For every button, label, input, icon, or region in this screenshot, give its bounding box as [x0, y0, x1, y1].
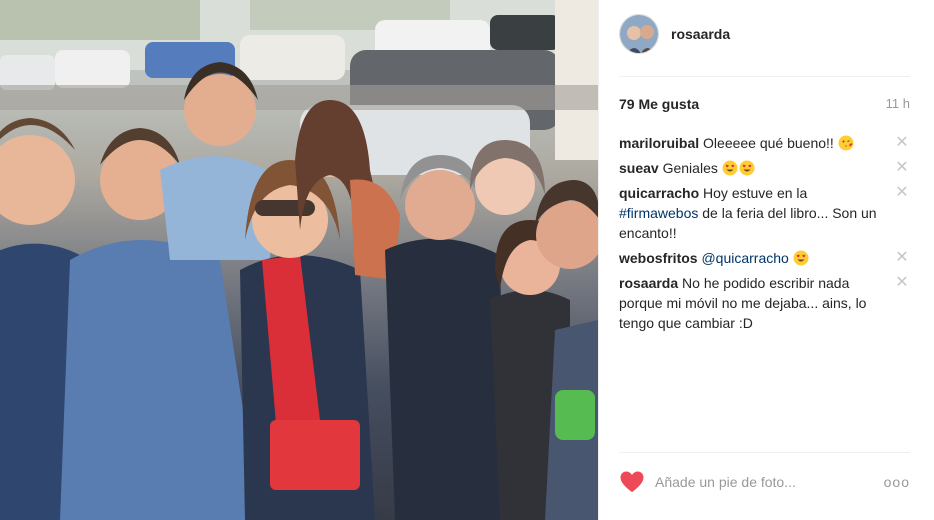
comment-emoji — [792, 250, 809, 266]
avatar[interactable] — [619, 14, 659, 54]
heart-eyes-emoji-icon — [793, 250, 809, 266]
comment-username[interactable]: quicarracho — [619, 185, 699, 201]
footer-divider — [619, 452, 910, 453]
comment-text: Geniales — [662, 160, 718, 176]
comment-username[interactable]: rosaarda — [619, 275, 678, 291]
post-side-panel: rosaarda 79 Me gusta 11 h mariloruibal O… — [598, 0, 934, 520]
post-time[interactable]: 11 h — [886, 96, 910, 112]
heart-icon[interactable] — [619, 470, 645, 494]
post-username[interactable]: rosaarda — [671, 26, 730, 42]
comment-text: Hoy estuve en la — [703, 185, 808, 201]
likes-row: 79 Me gusta 11 h — [619, 96, 910, 112]
comment-item: quicarracho Hoy estuve en la #firmawebos… — [619, 183, 910, 243]
heart-eyes-emoji-icon — [722, 160, 738, 176]
post-photo[interactable] — [0, 0, 598, 520]
hashtag-link[interactable]: #firmawebos — [619, 205, 698, 221]
likes-count[interactable]: 79 Me gusta — [619, 96, 699, 112]
comment-text: Oleeeee qué bueno!! — [703, 135, 834, 151]
comment-username[interactable]: mariloruibal — [619, 135, 699, 151]
post-footer: ooo — [619, 470, 910, 494]
close-icon[interactable]: ✕ — [894, 158, 910, 178]
close-icon[interactable]: ✕ — [894, 273, 910, 293]
comment-emoji — [721, 160, 755, 176]
close-icon[interactable]: ✕ — [894, 248, 910, 268]
comment-item: webosfritos @quicarracho ✕ — [619, 248, 910, 268]
comments-list: mariloruibal Oleeeee qué bueno!! ✕ sueav G… — [619, 133, 910, 338]
close-icon[interactable]: ✕ — [894, 183, 910, 203]
header-divider — [619, 76, 910, 77]
instagram-post: rosaarda 79 Me gusta 11 h mariloruibal O… — [0, 0, 934, 520]
more-options-icon[interactable]: ooo — [884, 474, 910, 490]
photo-illustration — [0, 0, 598, 520]
close-icon[interactable]: ✕ — [894, 133, 910, 153]
heart-eyes-emoji-icon — [739, 160, 755, 176]
post-header: rosaarda — [619, 14, 730, 54]
avatar-image — [620, 15, 658, 53]
comment-item: sueav Geniales ✕ — [619, 158, 910, 178]
comment-item: mariloruibal Oleeeee qué bueno!! ✕ — [619, 133, 910, 153]
mention-link[interactable]: @quicarracho — [701, 250, 788, 266]
comment-username[interactable]: sueav — [619, 160, 659, 176]
comment-item: rosaarda No he podido escribir nada porq… — [619, 273, 910, 333]
comment-emoji — [837, 135, 854, 151]
caption-input[interactable] — [655, 474, 855, 490]
comment-username[interactable]: webosfritos — [619, 250, 698, 266]
kiss-emoji-icon — [838, 135, 854, 151]
